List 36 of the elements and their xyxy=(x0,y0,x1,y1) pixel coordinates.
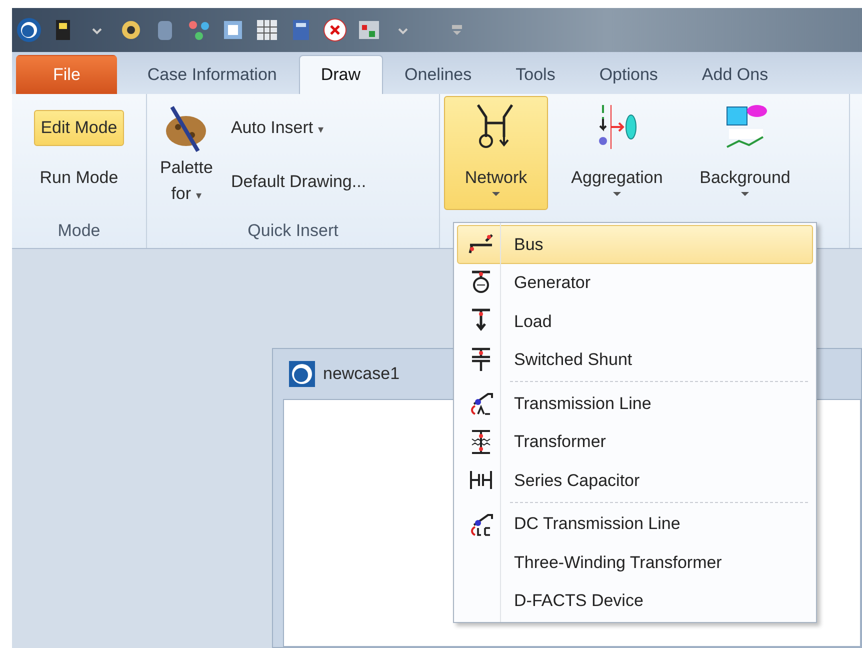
caret-icon xyxy=(612,190,622,196)
mode-button[interactable]: Run Mode xyxy=(32,160,126,195)
caret-icon xyxy=(740,190,750,196)
menu-item[interactable]: D-FACTS Device xyxy=(457,582,813,620)
insert-button[interactable]: Aggregation xyxy=(558,96,676,210)
app-icon[interactable] xyxy=(289,361,315,387)
ribbon-tab[interactable]: Onelines xyxy=(382,54,494,94)
caret-icon xyxy=(491,190,501,196)
menu-item[interactable]: Series Capacitor xyxy=(457,461,813,500)
transmission-line-icon xyxy=(468,390,494,416)
ribbon-tab[interactable]: Options xyxy=(577,54,680,94)
menu-item[interactable]: Three-Winding Transformer xyxy=(457,543,813,582)
group-label: Quick Insert xyxy=(246,220,340,242)
palette-button[interactable]: Palette for ▾ xyxy=(155,100,218,218)
menu-item[interactable]: Generator xyxy=(457,264,813,302)
menu-item[interactable]: Bus xyxy=(457,225,813,264)
menu-item[interactable]: Switched Shunt xyxy=(457,340,813,379)
insert-button[interactable]: Background xyxy=(686,96,804,210)
ribbon-tab[interactable]: Tools xyxy=(494,54,578,94)
mode-button[interactable]: Edit Mode xyxy=(34,110,124,146)
group-label: Mode xyxy=(56,220,102,242)
menu-item[interactable]: Load xyxy=(457,302,813,340)
ribbon-tab[interactable]: Draw xyxy=(298,54,383,94)
ribbon-tab[interactable]: Add Ons xyxy=(680,54,790,94)
palette-icon xyxy=(164,105,208,155)
window-title: newcase1 xyxy=(323,363,400,386)
auto-insert-button[interactable]: Auto Insert ▾ xyxy=(224,110,374,146)
menu-item[interactable]: DC Transmission Line xyxy=(457,504,813,543)
grid-icon[interactable] xyxy=(254,17,280,43)
menu-item[interactable]: Transformer xyxy=(457,422,813,461)
menu-item[interactable]: Transmission Line xyxy=(457,384,813,422)
default-drawing-button[interactable]: Default Drawing... xyxy=(224,164,374,199)
close-icon[interactable] xyxy=(322,17,348,43)
insert-button[interactable]: Network xyxy=(444,96,548,210)
app-icon[interactable] xyxy=(16,17,42,43)
ribbon-tab[interactable]: Case Information xyxy=(125,54,299,94)
